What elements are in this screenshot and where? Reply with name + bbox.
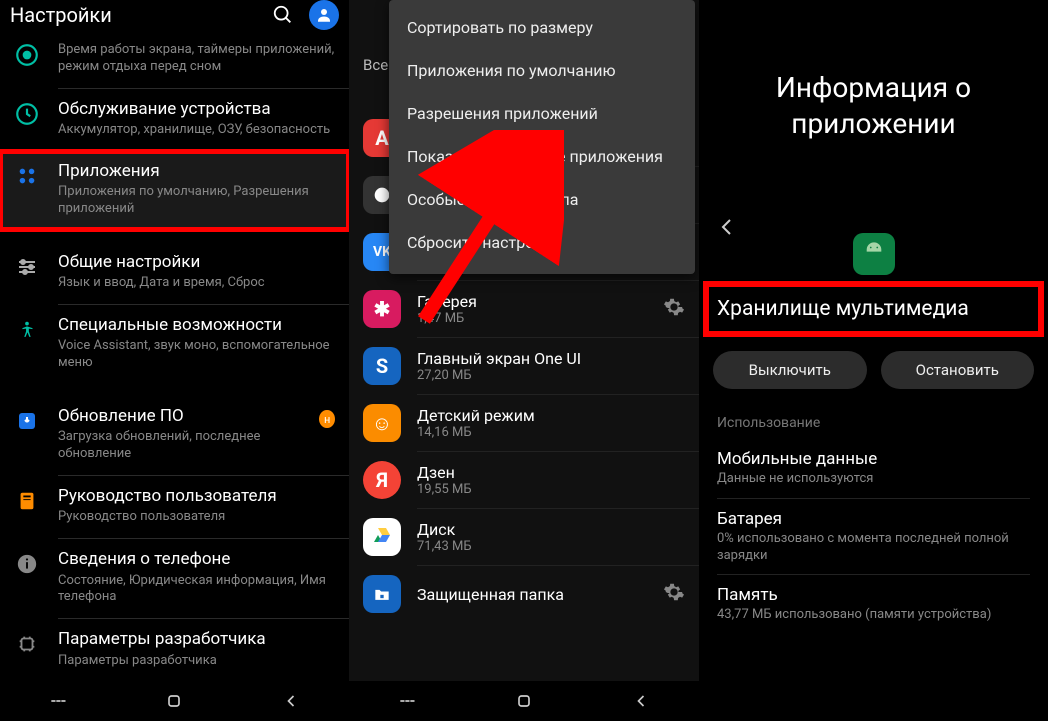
- row-mobile-data[interactable]: Мобильные данные Данные не используются: [699, 439, 1048, 498]
- settings-item-software-update[interactable]: Обновление ПО Загрузка обновлений, после…: [0, 396, 349, 475]
- app-icon: ☺: [363, 404, 401, 442]
- overflow-menu: Сортировать по размеру Приложения по умо…: [389, 0, 695, 274]
- app-item-kids[interactable]: ☺ Детский режим 14,16 МБ: [349, 395, 699, 451]
- app-size-label: 71,43 МБ: [417, 539, 472, 554]
- back-button[interactable]: [281, 691, 301, 711]
- menu-item-permissions[interactable]: Разрешения приложений: [389, 92, 695, 135]
- app-icon: [853, 233, 895, 275]
- app-size-label: 27,20 МБ: [417, 368, 581, 383]
- app-size-label: 1,47 МБ: [417, 311, 477, 326]
- app-item-zen[interactable]: Я Дзен 19,55 МБ: [349, 452, 699, 508]
- app-icon: [363, 575, 401, 613]
- menu-item-reset[interactable]: Сбросить настройки: [389, 221, 695, 264]
- action-buttons: Выключить Остановить: [713, 351, 1034, 389]
- recent-apps-button[interactable]: [397, 691, 417, 711]
- app-size-label: 14,16 МБ: [417, 425, 535, 440]
- app-size-label: 19,55 МБ: [417, 482, 472, 497]
- settings-title: Настройки: [10, 3, 271, 27]
- settings-item-general[interactable]: Общие настройки Язык и ввод, Дата и врем…: [0, 242, 349, 304]
- app-name-label: Главный экран One UI: [417, 349, 581, 368]
- back-icon[interactable]: [715, 215, 739, 245]
- update-badge: н: [319, 410, 335, 428]
- app-name-label: Детский режим: [417, 406, 535, 425]
- manual-icon: [14, 488, 40, 514]
- settings-item-about-phone[interactable]: Сведения о телефоне Состояние, Юридическ…: [0, 539, 349, 618]
- row-storage[interactable]: Память 43,77 МБ использовано (памяти уст…: [699, 575, 1048, 634]
- filter-label[interactable]: Все: [363, 56, 388, 74]
- page-title: Информация о приложении: [699, 40, 1048, 193]
- row-battery[interactable]: Батарея 0% использовано с момента послед…: [699, 499, 1048, 575]
- settings-item-apps[interactable]: Приложения Приложения по умолчанию, Разр…: [0, 151, 349, 230]
- info-icon: [14, 551, 40, 577]
- menu-item-sort[interactable]: Сортировать по размеру: [389, 6, 695, 49]
- settings-item-accessibility[interactable]: Специальные возможности Voice Assistant,…: [0, 305, 349, 384]
- home-button[interactable]: [514, 691, 534, 711]
- search-icon[interactable]: [271, 3, 295, 27]
- accessibility-icon: [14, 317, 40, 343]
- android-navbar: [0, 681, 349, 721]
- settings-item-text: Общие настройки Язык и ввод, Дата и врем…: [58, 252, 265, 292]
- app-name-label: Дзен: [417, 463, 472, 482]
- settings-item-text: Сведения о телефоне Состояние, Юридическ…: [58, 549, 335, 606]
- settings-item-text: Время работы экрана, таймеры приложений,…: [58, 40, 335, 76]
- device-care-icon: [14, 101, 40, 127]
- app-item-drive[interactable]: Диск 71,43 МБ: [349, 509, 699, 565]
- back-button[interactable]: [631, 691, 651, 711]
- settings-item-developer-options[interactable]: Параметры разработчика Параметры разрабо…: [0, 619, 349, 681]
- home-button[interactable]: [164, 691, 184, 711]
- app-icon: S: [363, 347, 401, 385]
- app-name: Хранилище мультимедиа: [717, 297, 1030, 321]
- app-name-label: Защищенная папка: [417, 585, 564, 604]
- wellbeing-icon: [14, 42, 40, 68]
- settings-item-text: Обслуживание устройства Аккумулятор, хра…: [58, 99, 330, 139]
- disable-button[interactable]: Выключить: [713, 351, 867, 389]
- group-gap: [0, 384, 349, 396]
- app-icon: [363, 518, 401, 556]
- screen-app-info: Информация о приложении Хранилище мульти…: [699, 0, 1048, 721]
- settings-item-user-manual[interactable]: Руководство пользователя Руководство пол…: [0, 476, 349, 538]
- profile-avatar-icon[interactable]: [309, 0, 339, 30]
- app-name-highlight: Хранилище мультимедиа: [703, 281, 1044, 337]
- settings-item-digital-wellbeing[interactable]: Время работы экрана, таймеры приложений,…: [0, 30, 349, 88]
- settings-item-text: Параметры разработчика Параметры разрабо…: [58, 629, 266, 669]
- screen-settings: Настройки Время работы экрана, таймеры п…: [0, 0, 349, 721]
- recent-apps-button[interactable]: [48, 691, 68, 711]
- app-icon: ✱: [363, 290, 401, 328]
- developer-icon: [14, 631, 40, 657]
- settings-header: Настройки: [0, 0, 349, 30]
- force-stop-button[interactable]: Остановить: [881, 351, 1035, 389]
- android-navbar: [349, 681, 699, 721]
- apps-icon: [14, 163, 40, 189]
- settings-item-text: Специальные возможности Voice Assistant,…: [58, 315, 335, 372]
- general-icon: [14, 254, 40, 280]
- app-item-secure-folder[interactable]: Защищенная папка: [349, 566, 699, 622]
- app-name-label: Галерея: [417, 292, 477, 311]
- app-item-oneui[interactable]: S Главный экран One UI 27,20 МБ: [349, 338, 699, 394]
- gear-icon[interactable]: [663, 581, 685, 607]
- gear-icon[interactable]: [663, 296, 685, 322]
- settings-item-device-care[interactable]: Обслуживание устройства Аккумулятор, хра…: [0, 89, 349, 151]
- settings-item-text: Обновление ПО Загрузка обновлений, после…: [58, 406, 301, 463]
- settings-item-text: Приложения Приложения по умолчанию, Разр…: [58, 161, 335, 218]
- section-label-usage: Использование: [699, 411, 1048, 439]
- app-item-gallery[interactable]: ✱ Галерея 1,47 МБ: [349, 281, 699, 337]
- settings-item-text: Руководство пользователя Руководство пол…: [58, 486, 277, 526]
- menu-item-default-apps[interactable]: Приложения по умолчанию: [389, 49, 695, 92]
- app-name-label: Диск: [417, 520, 472, 539]
- menu-item-show-system-apps[interactable]: Показать системные приложения: [389, 135, 695, 178]
- group-gap: [0, 230, 349, 242]
- update-icon: [14, 408, 40, 434]
- menu-item-special-access[interactable]: Особые права доступа: [389, 178, 695, 221]
- app-icon: Я: [363, 461, 401, 499]
- screen-apps-list: Все А VK ВКонтакте 1,47 МБ: [349, 0, 699, 721]
